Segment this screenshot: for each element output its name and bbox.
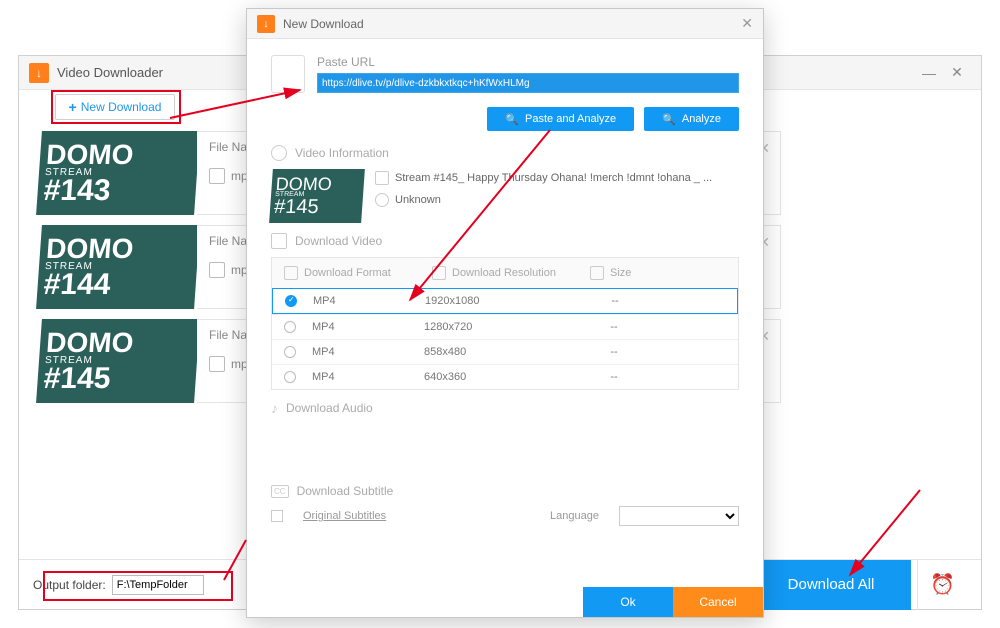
format-row[interactable]: MP4 1280x720 -- [272, 314, 738, 339]
plus-icon: + [69, 99, 77, 115]
video-info-header: Video Information [271, 145, 739, 161]
minimize-button[interactable]: — [915, 59, 943, 87]
new-download-label: New Download [81, 100, 162, 114]
format-icon [209, 262, 225, 278]
dialog-logo-icon: ↓ [257, 15, 275, 33]
download-subtitle-header: CC Download Subtitle [271, 484, 739, 498]
radio-icon [284, 346, 296, 358]
duration-value: Unknown [395, 194, 441, 206]
new-download-button[interactable]: + New Download [55, 94, 175, 120]
app-logo-icon: ↓ [29, 63, 49, 83]
col-size: Size [610, 267, 631, 279]
download-audio-header: ♪ Download Audio [271, 400, 739, 416]
search-icon: 🔍 [662, 113, 676, 126]
language-label: Language [550, 510, 599, 522]
format-row[interactable]: MP4 640x360 -- [272, 364, 738, 389]
format-icon [209, 168, 225, 184]
video-thumbnail: DOMO STREAM #144 [36, 225, 200, 309]
cc-icon: CC [271, 485, 289, 498]
schedule-icon[interactable]: ⏰ [917, 560, 967, 610]
cancel-button[interactable]: Cancel [673, 587, 763, 617]
resolution-header-icon [432, 266, 446, 280]
info-icon [271, 145, 287, 161]
col-format: Download Format [304, 267, 391, 279]
dialog-close-button[interactable]: ✕ [741, 15, 753, 32]
close-window-button[interactable]: ✕ [943, 59, 971, 87]
format-table: Download Format Download Resolution Size… [271, 257, 739, 390]
stream-title: Stream #145_ Happy Thursday Ohana! !merc… [395, 172, 712, 184]
col-resolution: Download Resolution [452, 267, 556, 279]
output-folder-label: Output folder: [33, 578, 106, 592]
format-row[interactable]: MP4 858x480 -- [272, 339, 738, 364]
audio-icon: ♪ [271, 400, 278, 416]
dialog-footer: Ok Cancel [247, 587, 763, 617]
analyze-button[interactable]: 🔍 Analyze [644, 107, 739, 131]
download-icon [271, 233, 287, 249]
output-folder-input[interactable] [112, 575, 204, 595]
video-thumbnail: DOMO STREAM #145 [269, 169, 365, 223]
radio-icon [284, 321, 296, 333]
video-thumbnail: DOMO STREAM #143 [36, 131, 200, 215]
ok-button[interactable]: Ok [583, 587, 673, 617]
new-download-dialog: ↓ New Download ✕ Paste URL 🔍 Paste and A… [246, 8, 764, 618]
download-video-header: Download Video [271, 233, 739, 249]
paste-url-label: Paste URL [317, 55, 739, 69]
original-subtitles-label: Original Subtitles [303, 510, 386, 522]
download-all-button[interactable]: Download All [751, 560, 911, 610]
original-subtitles-checkbox[interactable] [271, 510, 283, 522]
radio-icon [285, 295, 297, 307]
search-icon: 🔍 [505, 113, 519, 126]
app-title: Video Downloader [57, 65, 163, 80]
video-thumbnail: DOMO STREAM #145 [36, 319, 200, 403]
dialog-title: New Download [283, 17, 364, 31]
format-header-icon [284, 266, 298, 280]
paste-and-analyze-button[interactable]: 🔍 Paste and Analyze [487, 107, 634, 131]
format-icon [209, 356, 225, 372]
radio-icon [284, 371, 296, 383]
url-input[interactable] [317, 73, 739, 93]
language-select[interactable] [619, 506, 739, 526]
clock-icon [375, 193, 389, 207]
size-header-icon [590, 266, 604, 280]
title-icon [375, 171, 389, 185]
format-row[interactable]: MP4 1920x1080 -- [272, 288, 738, 314]
clipboard-icon [271, 55, 305, 93]
dialog-titlebar: ↓ New Download ✕ [247, 9, 763, 39]
